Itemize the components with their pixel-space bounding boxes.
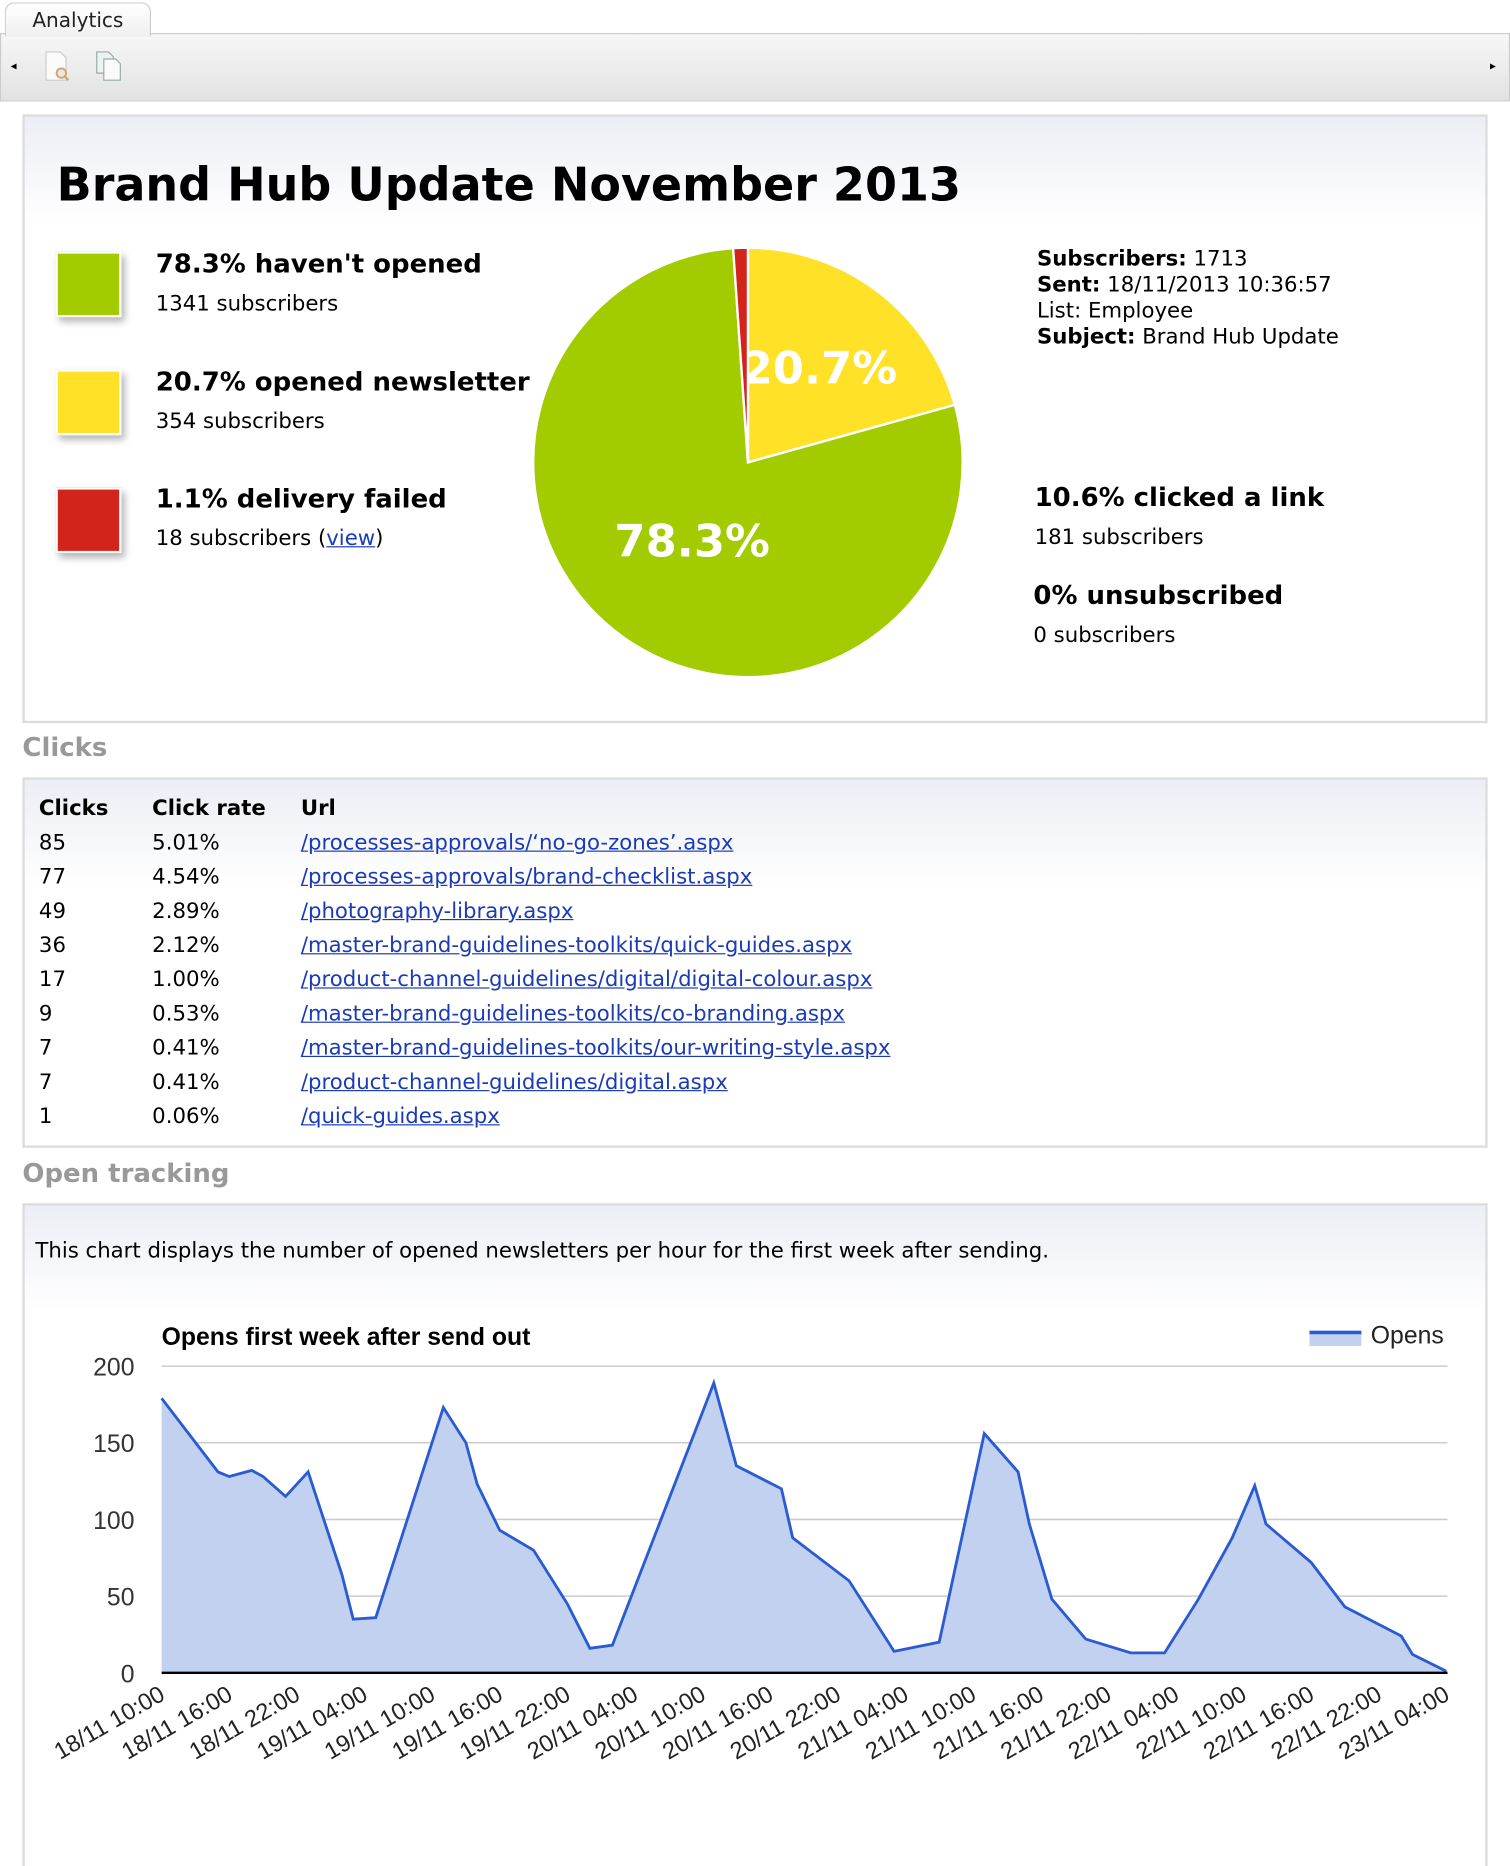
tab-analytics[interactable]: Analytics	[4, 2, 152, 37]
y-tick-label: 150	[93, 1431, 134, 1458]
y-tick-label: 0	[121, 1661, 135, 1688]
opens-area	[161, 1382, 1447, 1673]
opens-chart: 05010015020018/11 10:0018/11 16:0018/11 …	[49, 1323, 1453, 1765]
legend-swatch-line	[1309, 1330, 1362, 1335]
legend-label: Opens	[1371, 1323, 1444, 1350]
y-tick-label: 100	[93, 1508, 134, 1535]
y-tick-label: 50	[107, 1585, 135, 1612]
y-tick-label: 200	[93, 1355, 134, 1382]
chart-title: Opens first week after send out	[162, 1324, 531, 1351]
tab-label: Analytics	[32, 9, 124, 34]
